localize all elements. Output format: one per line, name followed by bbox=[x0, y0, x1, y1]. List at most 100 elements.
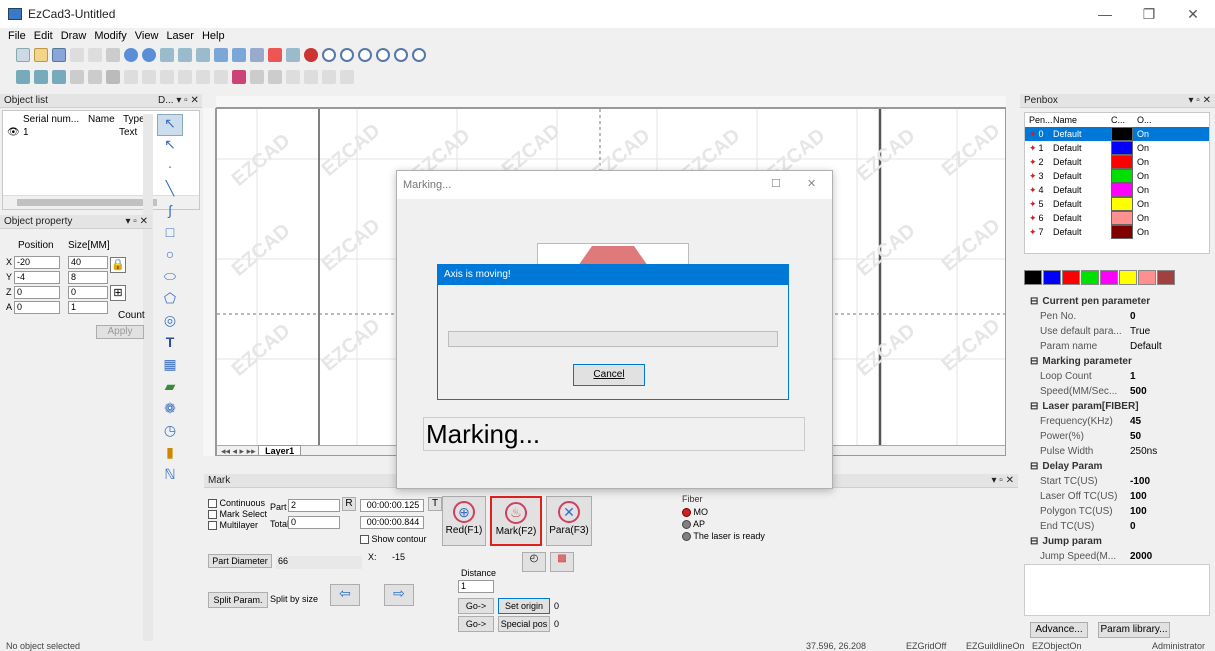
pen-color[interactable] bbox=[1111, 211, 1133, 225]
pen-color[interactable] bbox=[1111, 197, 1133, 211]
pen-row[interactable]: ✦ 4 Default On bbox=[1025, 183, 1209, 197]
paste-icon[interactable] bbox=[106, 48, 120, 62]
rotate-icon[interactable]: ◴ bbox=[522, 552, 546, 572]
spiral-icon[interactable]: ◎ bbox=[157, 312, 183, 334]
menu-file[interactable]: File bbox=[4, 28, 30, 44]
timer-icon[interactable]: ◷ bbox=[157, 422, 183, 444]
pos-x-field[interactable]: -20 bbox=[14, 255, 60, 269]
param-row[interactable]: Pen No. 0 bbox=[1026, 309, 1206, 324]
grid1-icon[interactable] bbox=[160, 48, 174, 62]
layer-nav-icon[interactable]: ◂◂ ◂ ▸ ▸▸ bbox=[217, 446, 256, 455]
color-swatch[interactable] bbox=[1062, 270, 1080, 285]
param-row[interactable]: Pulse Width 250ns bbox=[1026, 444, 1206, 459]
pos-a-field[interactable]: 0 bbox=[14, 300, 60, 314]
zoom-select-icon[interactable] bbox=[394, 48, 408, 62]
menu-edit[interactable]: Edit bbox=[30, 28, 57, 44]
red-button[interactable]: ⊕ Red(F1) bbox=[442, 496, 486, 546]
param-category[interactable]: ⊟ Jump param bbox=[1026, 534, 1206, 549]
unlock-icon[interactable] bbox=[88, 70, 102, 84]
node2-icon[interactable] bbox=[232, 48, 246, 62]
pen-row[interactable]: ✦ 2 Default On bbox=[1025, 155, 1209, 169]
zoom-page-icon[interactable] bbox=[412, 48, 426, 62]
zoom-out-icon[interactable] bbox=[358, 48, 372, 62]
curve-icon[interactable]: ʃ bbox=[157, 202, 183, 224]
rectangle-icon[interactable]: □ bbox=[157, 224, 183, 246]
node-icon[interactable] bbox=[214, 48, 228, 62]
input-port-icon[interactable]: ▮ bbox=[157, 444, 183, 466]
part-diameter-button[interactable]: Part Diameter bbox=[208, 554, 272, 568]
circle-icon[interactable]: ○ bbox=[157, 246, 183, 268]
param-row[interactable]: Frequency(KHz) 45 bbox=[1026, 414, 1206, 429]
mark-button[interactable]: ♨ Mark(F2) bbox=[490, 496, 542, 546]
color-swatch[interactable] bbox=[1100, 270, 1118, 285]
output-port-icon[interactable]: ℕ bbox=[157, 466, 183, 488]
continuous-checkbox[interactable]: Continuous bbox=[208, 498, 267, 509]
pen-row[interactable]: ✦ 1 Default On bbox=[1025, 141, 1209, 155]
param-row[interactable]: Power(%) 50 bbox=[1026, 429, 1206, 444]
count-field[interactable]: 1 bbox=[68, 300, 108, 314]
copy-icon[interactable] bbox=[88, 48, 102, 62]
pen-list[interactable]: Pen... Name C... O... ✦ 0 Default On ✦ 1 Default O… bbox=[1024, 112, 1210, 254]
pos-z-field[interactable]: 0 bbox=[14, 285, 60, 299]
param-row[interactable]: Laser Off TC(US) 100 bbox=[1026, 489, 1206, 504]
point-icon[interactable]: · bbox=[157, 158, 183, 180]
pen-row[interactable]: ✦ 3 Default On bbox=[1025, 169, 1209, 183]
pen-color[interactable] bbox=[1111, 155, 1133, 169]
dist4-icon[interactable] bbox=[340, 70, 354, 84]
special-pos-button[interactable]: Special pos bbox=[498, 616, 550, 632]
menu-modify[interactable]: Modify bbox=[90, 28, 130, 44]
pen-color[interactable] bbox=[1111, 183, 1133, 197]
show-contour-checkbox[interactable]: Show contour bbox=[360, 534, 427, 545]
color-swatch[interactable] bbox=[1119, 270, 1137, 285]
menu-help[interactable]: Help bbox=[198, 28, 229, 44]
dist3-icon[interactable] bbox=[322, 70, 336, 84]
undo-icon[interactable] bbox=[124, 48, 138, 62]
laser-icon[interactable] bbox=[304, 48, 318, 62]
apply-button[interactable]: Apply bbox=[96, 325, 144, 339]
split-prev-icon[interactable]: ⇦ bbox=[330, 584, 360, 606]
pen-row[interactable]: ✦ 6 Default On bbox=[1025, 211, 1209, 225]
time-reset-button[interactable]: T bbox=[428, 497, 442, 511]
curve1-icon[interactable] bbox=[250, 70, 264, 84]
go-button-1[interactable]: Go-> bbox=[458, 598, 494, 614]
grid3-icon[interactable] bbox=[196, 48, 210, 62]
pen-row[interactable]: ✦ 7 Default On bbox=[1025, 225, 1209, 239]
para-button[interactable]: ✕ Para(F3) bbox=[546, 496, 592, 546]
col-name[interactable]: Name bbox=[88, 114, 123, 125]
status-guideline[interactable]: EZGuildlineOn bbox=[966, 641, 1025, 651]
color-swatch[interactable] bbox=[1024, 270, 1042, 285]
text-tool-icon[interactable]: T bbox=[157, 334, 183, 356]
param-row[interactable]: Start TC(US) -100 bbox=[1026, 474, 1206, 489]
param-category[interactable]: ⊟ Delay Param bbox=[1026, 459, 1206, 474]
advance-button[interactable]: Advance... bbox=[1030, 622, 1088, 638]
param-category[interactable]: ⊟ Marking parameter bbox=[1026, 354, 1206, 369]
align4-icon[interactable] bbox=[178, 70, 192, 84]
grid2-icon[interactable] bbox=[178, 48, 192, 62]
set-origin-button[interactable]: Set origin bbox=[498, 598, 550, 614]
maximize-button[interactable]: ❐ bbox=[1129, 4, 1169, 24]
open-icon[interactable] bbox=[34, 48, 48, 62]
lock-icon[interactable] bbox=[70, 70, 84, 84]
size-z-field[interactable]: 0 bbox=[68, 285, 108, 299]
split-next-icon[interactable]: ⇨ bbox=[384, 584, 414, 606]
reset-button[interactable]: R bbox=[342, 497, 356, 511]
pen-color[interactable] bbox=[1111, 225, 1133, 239]
param-category[interactable]: ⊟ Current pen parameter bbox=[1026, 294, 1206, 309]
param-row[interactable]: Jump Speed(M... 2000 bbox=[1026, 549, 1206, 564]
cut-tool-icon[interactable] bbox=[268, 48, 282, 62]
curve2-icon[interactable] bbox=[268, 70, 282, 84]
eye-icon[interactable]: 👁 bbox=[7, 127, 23, 138]
save-icon[interactable] bbox=[52, 48, 66, 62]
color-swatch[interactable] bbox=[1138, 270, 1156, 285]
group-icon[interactable] bbox=[106, 70, 120, 84]
color-swatch[interactable] bbox=[1157, 270, 1175, 285]
pen-row[interactable]: ✦ 0 Default On bbox=[1025, 127, 1209, 141]
redo-icon[interactable] bbox=[142, 48, 156, 62]
pos-y-field[interactable]: -4 bbox=[14, 270, 60, 284]
param-row[interactable]: Loop Count 1 bbox=[1026, 369, 1206, 384]
tab-layer1[interactable]: Layer1 bbox=[258, 445, 302, 455]
dist2-icon[interactable] bbox=[304, 70, 318, 84]
checker-icon[interactable]: ▩ bbox=[550, 552, 574, 572]
canvas-vertical-scrollbar[interactable] bbox=[1006, 96, 1018, 456]
color-swatch[interactable] bbox=[1043, 270, 1061, 285]
